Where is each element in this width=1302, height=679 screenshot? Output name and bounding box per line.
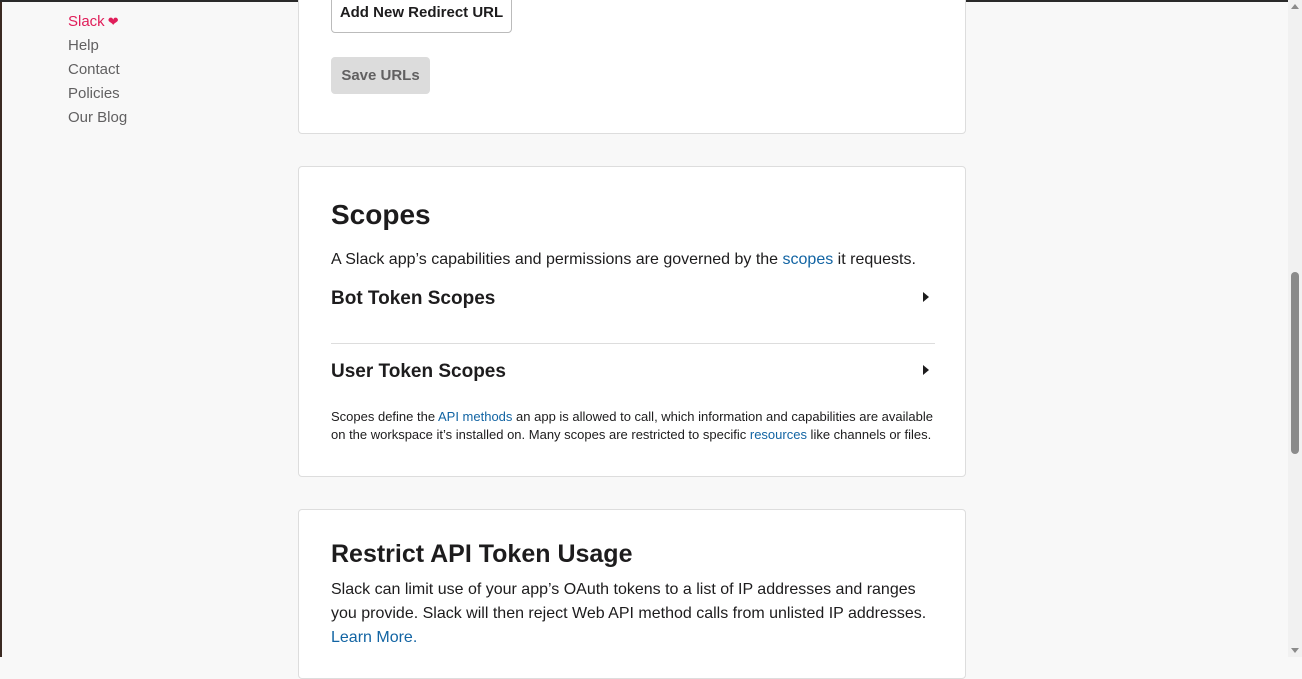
bot-token-scopes-toggle[interactable]: Bot Token Scopes [331, 288, 935, 318]
restrict-api-token-usage-card: Restrict API Token Usage Slack can limit… [298, 509, 966, 679]
learn-more-link[interactable]: Learn More. [331, 629, 417, 646]
our-blog-link[interactable]: Our Blog [68, 106, 127, 130]
restrict-api-desc: Slack can limit use of your app’s OAuth … [331, 578, 935, 650]
window-edge [0, 0, 2, 657]
scrollbar-thumb[interactable] [1291, 272, 1299, 454]
slack-link-label: Slack [68, 13, 105, 30]
page-scrollbar[interactable] [1288, 0, 1302, 657]
scopes-intro-text-end: it requests. [833, 251, 916, 268]
api-methods-link[interactable]: API methods [438, 409, 512, 424]
redirect-urls-card: Add New Redirect URL Save URLs [298, 0, 966, 134]
caret-right-icon [923, 365, 929, 375]
scroll-up-arrow-icon[interactable] [1291, 4, 1299, 9]
heart-icon: ❤ [107, 14, 119, 29]
scopes-note-text-end: like channels or files. [806, 427, 932, 442]
divider [331, 343, 935, 344]
scopes-title: Scopes [331, 199, 431, 230]
caret-right-icon [923, 292, 929, 302]
slack-link[interactable]: Slack ❤ [68, 10, 127, 34]
sidebar-footer-links: Slack ❤ Help Contact Policies Our Blog [68, 10, 127, 130]
add-new-redirect-url-button[interactable]: Add New Redirect URL [331, 0, 512, 33]
scopes-intro: A Slack app’s capabilities and permissio… [331, 248, 935, 272]
scopes-card: Scopes A Slack app’s capabilities and pe… [298, 166, 966, 477]
user-token-scopes-toggle[interactable]: User Token Scopes [331, 361, 935, 391]
restrict-api-desc-text: Slack can limit use of your app’s OAuth … [331, 581, 927, 622]
user-token-scopes-title: User Token Scopes [331, 361, 506, 382]
scopes-note-text: Scopes define the [331, 409, 438, 424]
contact-link[interactable]: Contact [68, 58, 127, 82]
save-urls-button[interactable]: Save URLs [331, 57, 430, 94]
scopes-link[interactable]: scopes [783, 251, 834, 268]
bot-token-scopes-title: Bot Token Scopes [331, 288, 496, 309]
restrict-api-title: Restrict API Token Usage [331, 540, 633, 568]
scroll-down-arrow-icon[interactable] [1291, 648, 1299, 653]
help-link[interactable]: Help [68, 34, 127, 58]
resources-link[interactable]: resources [750, 427, 807, 442]
policies-link[interactable]: Policies [68, 82, 127, 106]
scopes-intro-text: A Slack app’s capabilities and permissio… [331, 251, 783, 268]
scopes-note: Scopes define the API methods an app is … [331, 408, 935, 444]
